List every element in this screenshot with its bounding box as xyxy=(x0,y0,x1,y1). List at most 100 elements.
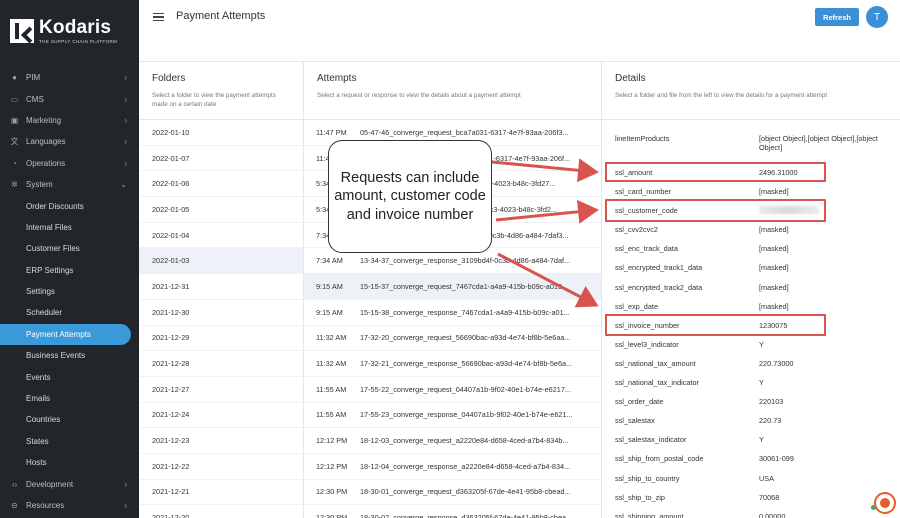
folder-row[interactable]: 2021-12-31 xyxy=(139,274,303,300)
folder-row[interactable]: 2022-01-03 xyxy=(139,248,303,275)
detail-key: ssl_exp_date xyxy=(615,301,659,311)
sidebar-item-emails[interactable]: Emails xyxy=(0,388,139,409)
folder-row[interactable]: 2021-12-20 xyxy=(139,505,303,518)
brand-name: Kodaris xyxy=(39,17,112,38)
detail-row: ssl_cvv2cvc2 [masked] xyxy=(602,220,900,239)
folder-row[interactable]: 2021-12-24 xyxy=(139,403,303,429)
sidebar-item-hosts[interactable]: Hosts xyxy=(0,452,139,473)
attempt-row[interactable]: 11:55 AM 17-55-22_converge_request_04407a… xyxy=(304,377,601,403)
brand-tagline: THE SUPPLY CHAIN PLATFORM xyxy=(39,39,118,44)
chevron-right-icon: › xyxy=(124,115,127,125)
detail-value: 220.73000 xyxy=(759,358,794,368)
tag-icon: ● xyxy=(12,73,17,83)
sidebar-item-erp-settings[interactable]: ERP Settings xyxy=(0,260,139,281)
folder-row[interactable]: 2021-12-28 xyxy=(139,351,303,377)
detail-row: ssl_encrypted_track1_data [masked] xyxy=(602,258,900,277)
chevron-right-icon: › xyxy=(124,158,127,168)
highlight-ssl-invoice-number xyxy=(605,314,826,336)
sidebar-item-resources[interactable]: ⊝ Resources › xyxy=(0,495,139,516)
sidebar-item-customer-files[interactable]: Customer Files xyxy=(0,238,139,259)
sidebar-item-marketing[interactable]: ▣ Marketing › xyxy=(0,110,139,131)
attempt-row[interactable]: 11:32 AM 17-32-20_converge_request_56690b… xyxy=(304,326,601,352)
attempt-row[interactable]: 12:30 PM 18-30-02_converge_response_d3632… xyxy=(304,505,601,518)
attempt-row[interactable]: 12:12 PM 18-12-03_converge_request_a2220e… xyxy=(304,428,601,454)
details-subtitle: Select a folder and file from the left t… xyxy=(615,92,828,99)
detail-key: ssl_encrypted_track1_data xyxy=(615,263,703,273)
sidebar-item-order-discounts[interactable]: Order Discounts xyxy=(0,195,139,216)
attempt-time: 11:55 AM xyxy=(316,384,347,394)
detail-key: ssl_national_tax_amount xyxy=(615,358,696,368)
attempt-row[interactable]: 9:15 AM 15-15-37_converge_request_7467cda… xyxy=(304,274,601,300)
sidebar-item-states[interactable]: States xyxy=(0,431,139,452)
details-title: Details xyxy=(615,73,646,84)
folder-row[interactable]: 2021-12-27 xyxy=(139,377,303,403)
attempt-filename: 17-55-23_converge_response_04407a1b-9f02… xyxy=(360,410,573,420)
attempt-row[interactable]: 12:30 PM 18-30-01_converge_request_d36320… xyxy=(304,480,601,506)
attempt-filename: 15-15-38_converge_response_7467cda1-a4a9… xyxy=(360,307,570,317)
kodaris-logo-icon xyxy=(10,19,34,43)
detail-row: ssl_exp_date [masked] xyxy=(602,297,900,316)
hamburger-menu-icon[interactable] xyxy=(153,13,164,21)
user-avatar[interactable]: T xyxy=(866,6,888,28)
sidebar-item-system[interactable]: ✲ System ⌄ xyxy=(0,174,139,195)
detail-key: ssl_ship_to_country xyxy=(615,473,680,483)
detail-value: [object Object],[object Object],[object … xyxy=(759,134,878,152)
chevron-down-icon: ⌄ xyxy=(120,180,127,190)
sidebar-item-business-events[interactable]: Business Events xyxy=(0,345,139,366)
attempt-row[interactable]: 11:32 AM 17-32-21_converge_response_56690… xyxy=(304,351,601,377)
folder-row[interactable]: 2022-01-05 xyxy=(139,197,303,223)
attempt-time: 11:32 AM xyxy=(316,359,347,369)
attempt-filename: 18-30-01_converge_request_d363205f-67de-… xyxy=(360,487,571,497)
attempt-time: 11:32 AM xyxy=(316,333,347,343)
sidebar-item-payment-attempts[interactable]: Payment Attempts xyxy=(0,323,131,346)
chat-help-icon[interactable] xyxy=(874,492,896,514)
sidebar-item-label: Internal Files xyxy=(26,222,72,232)
folder-row[interactable]: 2022-01-04 xyxy=(139,223,303,249)
folder-row[interactable]: 2022-01-07 xyxy=(139,146,303,172)
folders-panel: Folders Select a folder to view the paym… xyxy=(139,62,304,518)
window-icon: ▭ xyxy=(10,94,19,104)
sidebar-item-events[interactable]: Events xyxy=(0,366,139,387)
sidebar-item-settings[interactable]: Settings xyxy=(0,281,139,302)
attempts-panel: Attempts Select a request or response to… xyxy=(304,62,602,518)
sidebar-item-operations[interactable]: ◔ Operations › xyxy=(0,153,139,174)
sidebar-item-scheduler[interactable]: Scheduler xyxy=(0,302,139,323)
folder-row[interactable]: 2021-12-22 xyxy=(139,454,303,480)
folder-row[interactable]: 2022-01-10 xyxy=(139,120,303,146)
detail-row: ssl_ship_from_postal_code 30061-099 xyxy=(602,449,900,468)
attempt-time: 9:15 AM xyxy=(316,281,343,291)
folder-row[interactable]: 2021-12-30 xyxy=(139,300,303,326)
attempt-time: 12:30 PM xyxy=(316,487,348,497)
attempt-row[interactable]: 12:12 PM 18-12-04_converge_response_a2220… xyxy=(304,454,601,480)
sidebar-item-label: Development xyxy=(26,479,74,489)
sidebar-item-label: Settings xyxy=(26,287,55,297)
sidebar-item-pim[interactable]: ● PIM › xyxy=(0,67,139,88)
gear-icon: ✲ xyxy=(11,180,18,190)
detail-row: ssl_enc_track_data [masked] xyxy=(602,239,900,258)
detail-value: [masked] xyxy=(759,301,789,311)
highlight-ssl-amount xyxy=(605,162,826,182)
folder-row[interactable]: 2021-12-23 xyxy=(139,428,303,454)
folder-row[interactable]: 2021-12-29 xyxy=(139,326,303,352)
sidebar-item-development[interactable]: ‹› Development › xyxy=(0,473,139,494)
folder-row[interactable]: 2021-12-21 xyxy=(139,480,303,506)
sidebar-item-cms[interactable]: ▭ CMS › xyxy=(0,88,139,109)
attempt-row[interactable]: 11:55 AM 17-55-23_converge_response_04407… xyxy=(304,403,601,429)
sidebar-item-countries[interactable]: Countries xyxy=(0,409,139,430)
refresh-button[interactable]: Refresh xyxy=(815,8,859,26)
attempt-filename: 15-15-37_converge_request_7467cda1-a4a9-… xyxy=(360,281,569,291)
detail-value: [masked] xyxy=(759,225,789,235)
sidebar-item-languages[interactable]: 文 Languages › xyxy=(0,131,139,152)
folder-row[interactable]: 2022-01-06 xyxy=(139,171,303,198)
translate-icon: 文 xyxy=(10,137,19,147)
brand-logo[interactable]: Kodaris THE SUPPLY CHAIN PLATFORM xyxy=(0,0,139,62)
detail-key: ssl_order_date xyxy=(615,397,664,407)
attempt-time: 9:15 AM xyxy=(316,307,343,317)
attempt-time: 12:12 PM xyxy=(316,461,348,471)
annotation-text: Requests can include amount, customer co… xyxy=(334,169,486,223)
chevron-right-icon: › xyxy=(124,501,127,510)
sidebar-item-internal-files[interactable]: Internal Files xyxy=(0,217,139,238)
detail-row: lineItemProducts [object Object],[object … xyxy=(602,134,900,163)
detail-row: ssl_order_date 220103 xyxy=(602,392,900,411)
attempt-row[interactable]: 9:15 AM 15-15-38_converge_response_7467cd… xyxy=(304,300,601,326)
